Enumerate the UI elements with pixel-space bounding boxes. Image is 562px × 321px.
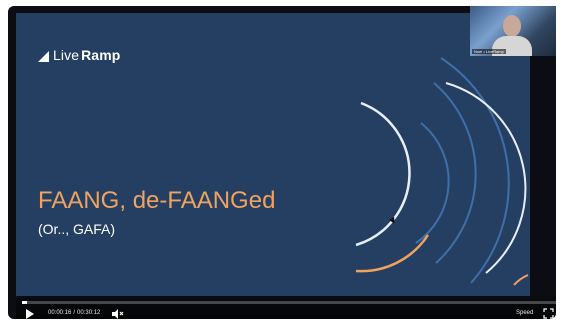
- webcam-overlay: Noel • LiveRamp: [470, 6, 556, 56]
- liveramp-logo-icon: [38, 50, 49, 62]
- liveramp-logo: Live Ramp: [38, 47, 120, 63]
- presenter-name-tag: Noel • LiveRamp: [472, 49, 506, 54]
- player-controls: 00:00:16/00:30:12 Speed: [16, 298, 556, 319]
- logo-text-ramp: Ramp: [81, 47, 121, 63]
- fullscreen-icon[interactable]: [543, 308, 554, 319]
- progress-bar[interactable]: [22, 301, 556, 304]
- progress-fill: [22, 301, 27, 304]
- slide-title: FAANG, de-FAANGed: [38, 187, 276, 214]
- arc-blue-inner: [415, 122, 450, 244]
- presentation-slide: Live Ramp FAANG, de-FAANGed (Or.., GAFA): [16, 13, 530, 296]
- total-time: 00:30:12: [77, 310, 101, 316]
- volume-icon[interactable]: [111, 308, 125, 319]
- play-icon[interactable]: [26, 309, 34, 319]
- arc-orange-bottom: [513, 274, 529, 286]
- time-display: 00:00:16/00:30:12: [48, 310, 100, 316]
- current-time: 00:00:16: [48, 310, 72, 316]
- speed-button[interactable]: Speed: [516, 310, 533, 316]
- slide-subtitle: (Or.., GAFA): [38, 221, 116, 237]
- presenter-head: [503, 15, 521, 37]
- arc-white-inner: [355, 101, 411, 247]
- arc-mid-blue: [433, 82, 477, 264]
- logo-text-live: Live: [53, 47, 80, 63]
